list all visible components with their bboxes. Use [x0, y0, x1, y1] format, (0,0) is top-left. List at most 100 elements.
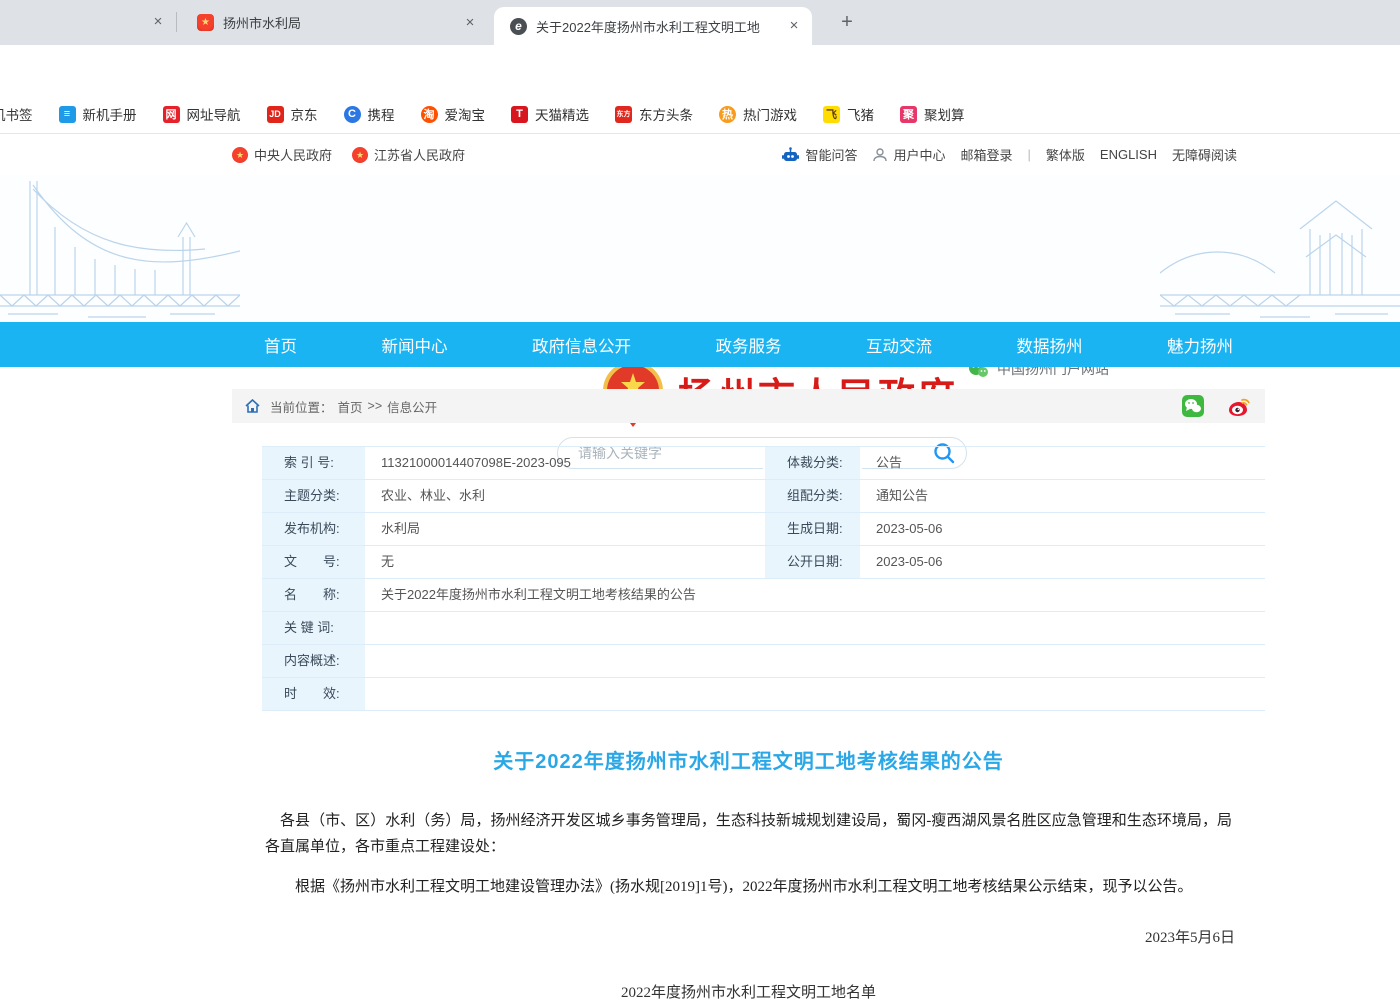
eastday-icon: 东方: [615, 106, 632, 123]
gov-link-label: 江苏省人民政府: [374, 145, 465, 164]
bookmark-item[interactable]: 东方东方头条: [615, 104, 693, 124]
info-label: 名 称:: [262, 579, 367, 611]
breadcrumb-current-link[interactable]: 信息公开: [387, 397, 437, 416]
mail-login-link[interactable]: 邮箱登录: [960, 145, 1012, 164]
article-paragraph: 各县（市、区）水利（务）局，扬州经济开发区城乡事务管理局，生态科技新城规划建设局…: [265, 808, 1232, 860]
info-value: 2023-05-06: [862, 546, 1265, 578]
breadcrumb: 当前位置： 首页 >> 信息公开: [270, 397, 437, 416]
info-value: [367, 612, 1265, 644]
bookmark-label: 爱淘宝: [445, 104, 486, 124]
info-label: 发布机构:: [262, 513, 367, 545]
games-icon: 热: [719, 106, 736, 123]
article-list-title: 2022年度扬州市水利工程文明工地名单: [232, 981, 1265, 1002]
nav-item-2[interactable]: 新闻中心: [382, 333, 448, 357]
ctrip-icon: C: [344, 106, 361, 123]
page-favicon: e: [510, 18, 527, 35]
info-value: 农业、林业、水利: [367, 480, 763, 512]
site-nav-icon: 网: [163, 106, 180, 123]
robot-icon: [781, 146, 800, 164]
info-table-row: 主题分类:农业、林业、水利组配分类:通知公告: [262, 480, 1265, 513]
article-date: 2023年5月6日: [232, 926, 1235, 947]
site-banner: 扬州市人民政府 WWW.YANGZHOU.GOV.CN 中国扬州门户网站: [0, 175, 1400, 322]
browser-address-bar: 不安全 yangzhou.gov.cn/yzszxxgk/slj/202305/…: [0, 45, 1400, 95]
gov-link[interactable]: ★ 中央人民政府: [232, 145, 332, 164]
nav-item-4[interactable]: 政务服务: [716, 333, 782, 357]
breadcrumb-home-link[interactable]: 首页: [338, 397, 363, 416]
bookmark-item[interactable]: 网网址导航: [163, 104, 241, 124]
bookmark-item[interactable]: T 天猫精选: [511, 104, 589, 124]
info-table-row: 发布机构:水利局生成日期:2023-05-06: [262, 513, 1265, 546]
accessibility-link[interactable]: 无障碍阅读: [1172, 145, 1237, 164]
info-value: 2023-05-06: [862, 513, 1265, 545]
info-table-row: 关 键 词:: [262, 612, 1265, 645]
breadcrumb-separator: >>: [368, 399, 383, 413]
tmall-icon: T: [511, 106, 528, 123]
info-table-row: 索 引 号:11321000014407098E-2023-095体裁分类:公告: [262, 446, 1265, 480]
breadcrumb-home-icon: [245, 399, 260, 413]
english-version-link[interactable]: ENGLISH: [1100, 147, 1157, 162]
article-body: 关于2022年度扬州市水利工程文明工地考核结果的公告 各县（市、区）水利（务）局…: [232, 707, 1265, 997]
document-info-table: 索 引 号:11321000014407098E-2023-095体裁分类:公告…: [262, 446, 1265, 711]
info-label: 索 引 号:: [262, 447, 367, 479]
user-center-link[interactable]: 用户中心: [872, 145, 945, 164]
tab-yangzhou-water-bureau[interactable]: ★ 扬州市水利局 ×: [183, 0, 488, 45]
national-emblem-icon: ★: [232, 147, 248, 163]
bookmark-item[interactable]: ≡新机手册: [59, 104, 137, 124]
close-tab-icon[interactable]: ×: [148, 12, 168, 32]
bookmarks-bar: 机书签 ≡新机手册 网网址导航 JD 京东 C携程 淘爱淘宝 T 天猫精选 东方东方头条 热热门游戏…: [0, 95, 1400, 134]
gov-link-label: 中央人民政府: [254, 145, 332, 164]
juhuasuan-icon: 聚: [900, 106, 917, 123]
bookmark-label: 新机手册: [83, 104, 137, 124]
bookmark-label: 东方头条: [639, 104, 693, 124]
breadcrumb-bar: 当前位置： 首页 >> 信息公开: [232, 389, 1265, 423]
info-table-row: 内容概述:: [262, 645, 1265, 678]
bookmark-item[interactable]: 机书签: [0, 104, 33, 124]
bookmark-item[interactable]: JD 京东: [267, 104, 318, 124]
info-value: 通知公告: [862, 480, 1265, 512]
nav-item-3[interactable]: 政府信息公开: [532, 333, 631, 357]
info-value: 水利局: [367, 513, 763, 545]
info-label: 主题分类:: [262, 480, 367, 512]
fliggy-icon: 飞: [823, 106, 840, 123]
info-value: 关于2022年度扬州市水利工程文明工地考核结果的公告: [367, 579, 1265, 611]
smart-qa-label: 智能问答: [805, 145, 857, 164]
info-label: 体裁分类:: [763, 447, 862, 479]
breadcrumb-prefix: 当前位置：: [270, 397, 333, 416]
nav-item-7[interactable]: 魅力扬州: [1167, 333, 1233, 357]
weibo-share-icon[interactable]: [1227, 394, 1251, 418]
tab-title: 关于2022年度扬州市水利工程文明工地: [536, 17, 782, 36]
tab-separator: [176, 12, 177, 32]
bookmark-label: 聚划算: [924, 104, 965, 124]
bookmark-label: 天猫精选: [535, 104, 589, 124]
bookmark-label: 京东: [291, 104, 318, 124]
info-label: 公开日期:: [763, 546, 862, 578]
bookmark-item[interactable]: 淘爱淘宝: [421, 104, 486, 124]
traditional-version-link[interactable]: 繁体版: [1046, 145, 1085, 164]
bookmark-item[interactable]: 聚聚划算: [900, 104, 965, 124]
nav-item-5[interactable]: 互动交流: [866, 333, 932, 357]
nav-item-6[interactable]: 数据扬州: [1017, 333, 1083, 357]
bookmark-item[interactable]: C携程: [344, 104, 395, 124]
smart-qa-link[interactable]: 智能问答: [781, 145, 857, 164]
close-tab-icon[interactable]: ×: [784, 16, 804, 36]
nav-item-1[interactable]: 首页: [264, 333, 297, 357]
info-label: 内容概述:: [262, 645, 367, 677]
bookmark-item[interactable]: 热热门游戏: [719, 104, 797, 124]
tab-active-announcement[interactable]: e 关于2022年度扬州市水利工程文明工地 ×: [494, 7, 812, 45]
info-label: 生成日期:: [763, 513, 862, 545]
tab-title: 扬州市水利局: [223, 13, 460, 32]
info-table-row: 文 号:无公开日期:2023-05-06: [262, 546, 1265, 579]
info-value: 11321000014407098E-2023-095: [367, 447, 763, 479]
main-nav: 首页 新闻中心 政府信息公开 政务服务 互动交流 数据扬州 魅力扬州: [0, 322, 1400, 367]
new-tab-button[interactable]: +: [834, 10, 860, 36]
gov-link[interactable]: ★江苏省人民政府: [352, 145, 465, 164]
wechat-share-icon[interactable]: [1181, 394, 1205, 418]
close-tab-icon[interactable]: ×: [460, 13, 480, 33]
gov-top-bar: ★中央人民政府★江苏省人民政府 智能问答 用户中心 邮箱登录 | 繁体版 ENG…: [0, 134, 1400, 175]
bookmark-item[interactable]: 飞飞猪: [823, 104, 874, 124]
info-label: 文 号:: [262, 546, 367, 578]
banner-art-right-tower: [1160, 175, 1400, 322]
info-table-row: 名 称:关于2022年度扬州市水利工程文明工地考核结果的公告: [262, 579, 1265, 612]
jd-icon: JD: [267, 106, 284, 123]
bookmark-label: 网址导航: [187, 104, 241, 124]
